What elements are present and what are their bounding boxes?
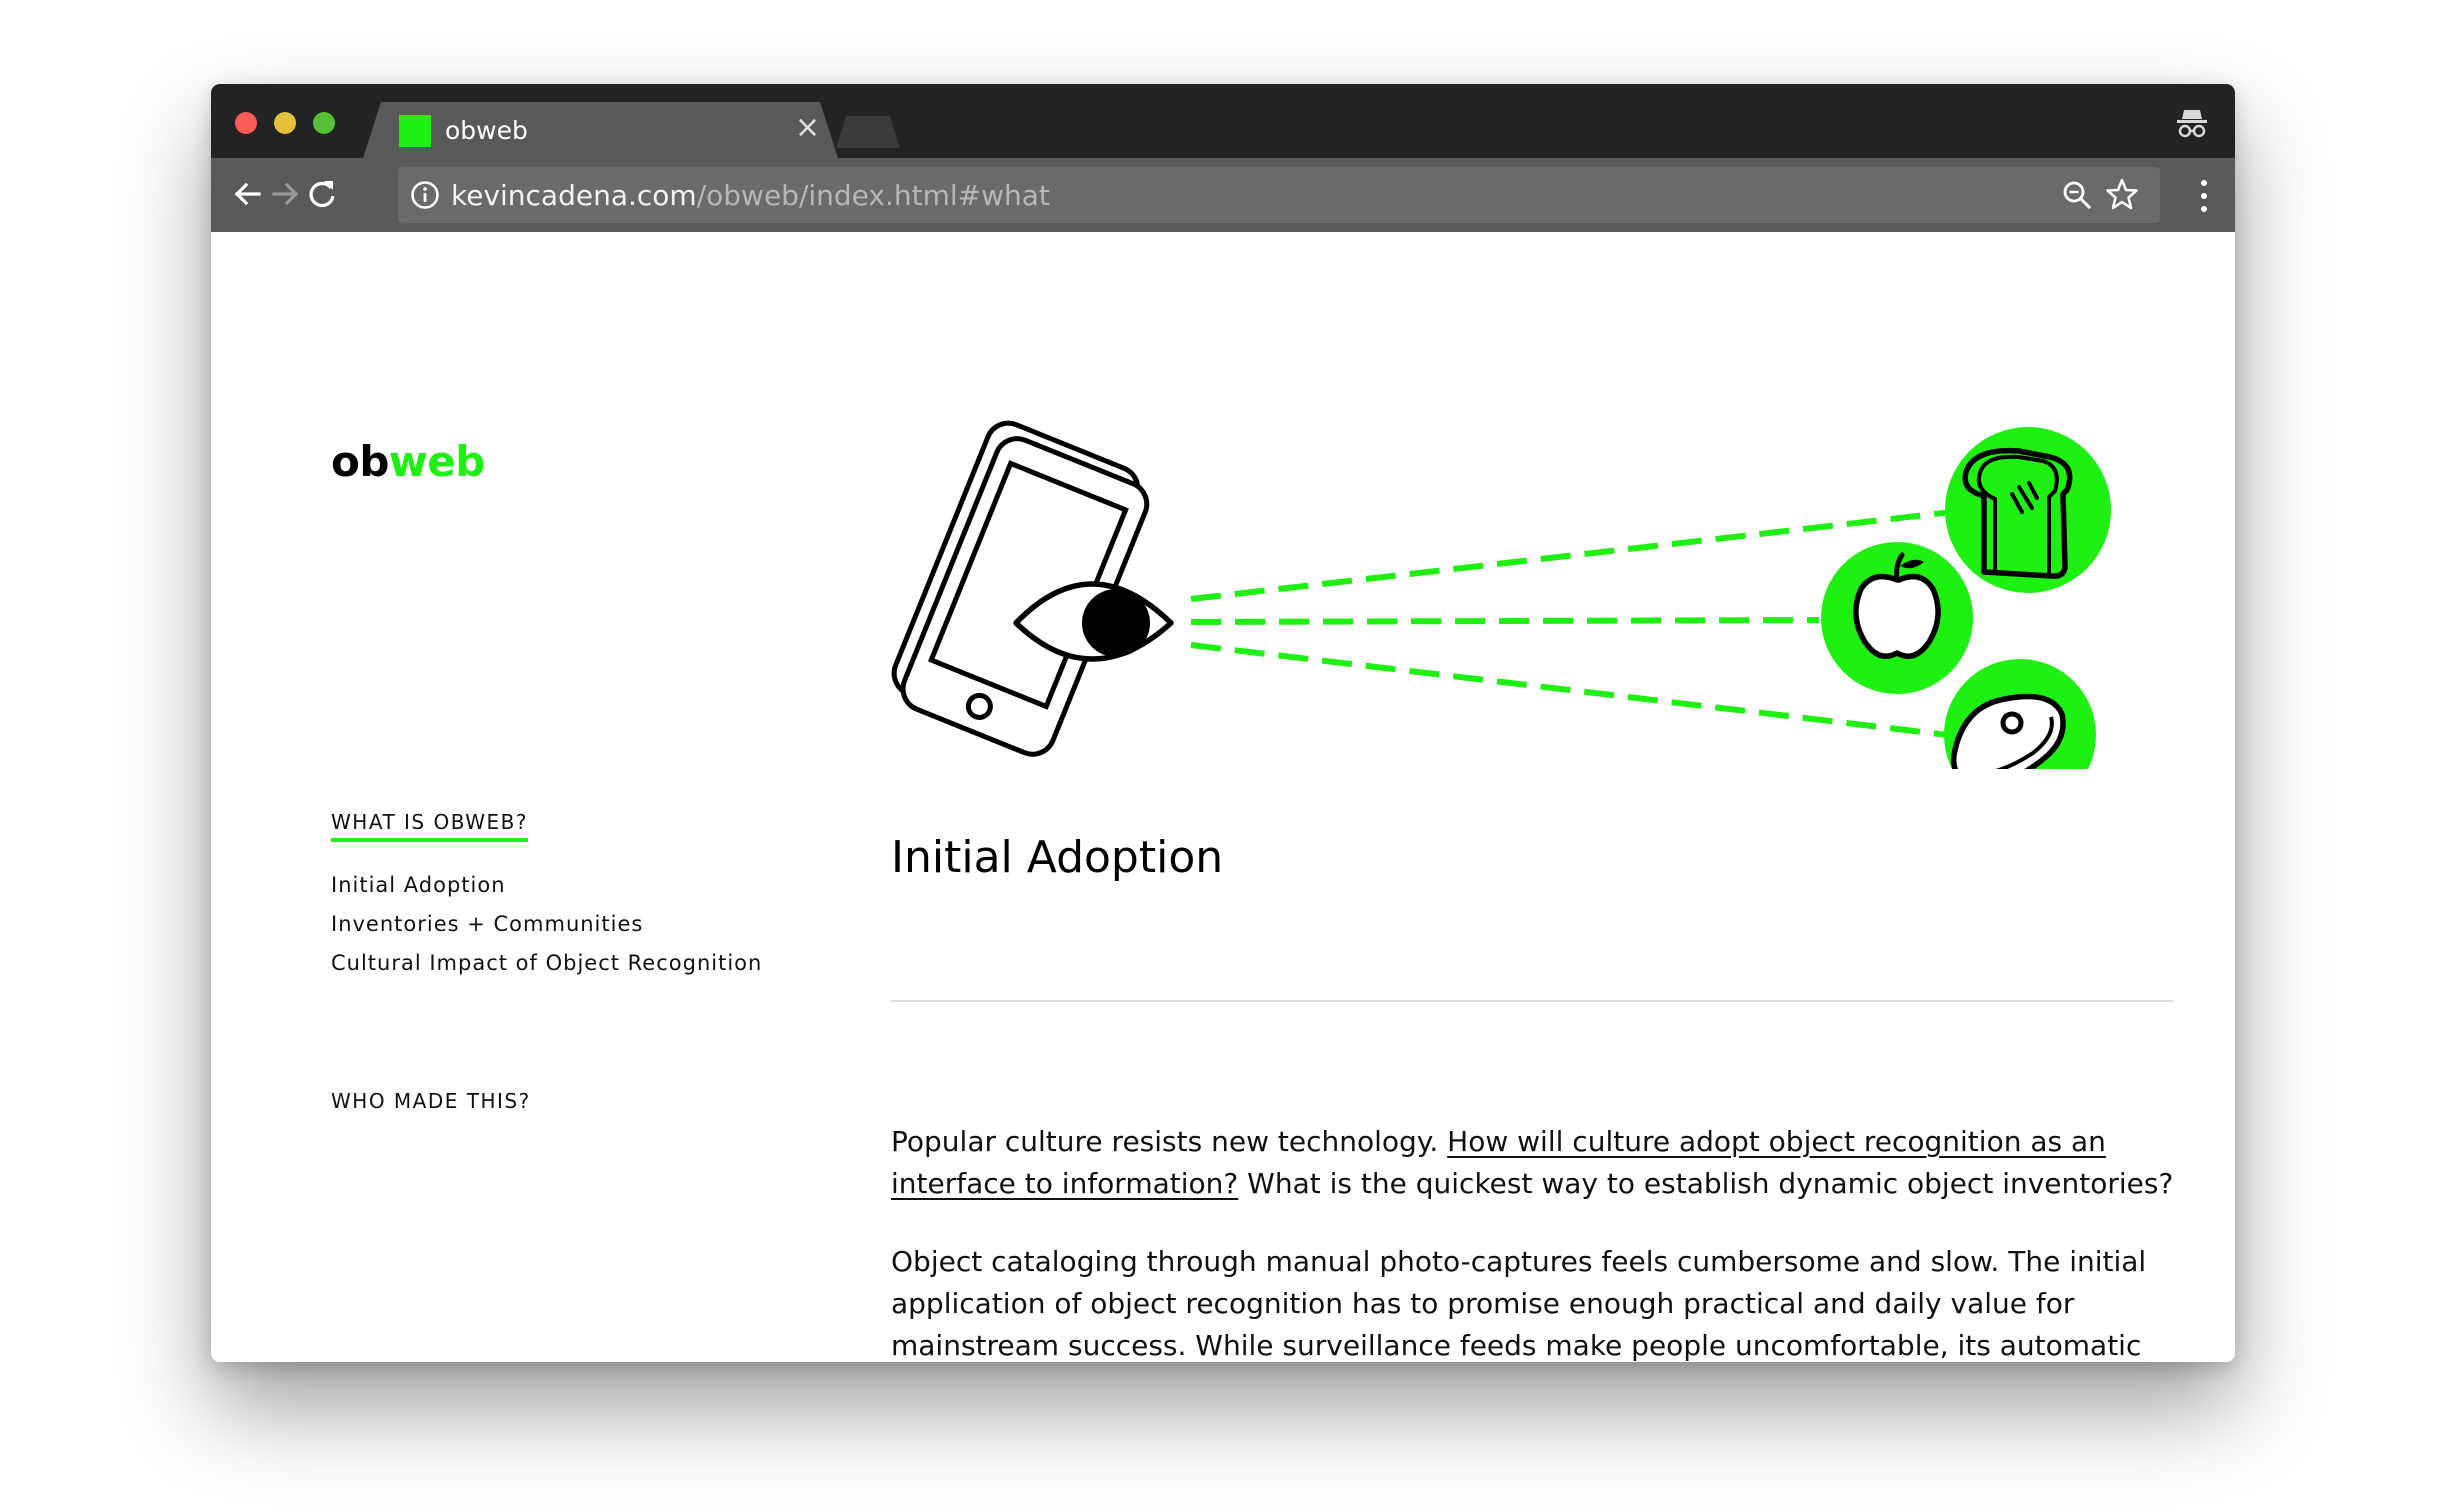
address-bar[interactable]: kevincadena.com/obweb/index.html#what xyxy=(398,167,2160,223)
bread-icon xyxy=(1945,427,2111,593)
nav-item-inventories-communities[interactable]: Inventories + Communities xyxy=(331,912,643,936)
paragraph-1-intro: Popular culture resists new technology. xyxy=(891,1125,1448,1158)
reload-button[interactable] xyxy=(300,172,344,216)
url-text[interactable]: kevincadena.com/obweb/index.html#what xyxy=(451,179,1050,212)
paragraph-2: Object cataloging through manual photo-c… xyxy=(891,1245,2147,1362)
divider xyxy=(891,1000,2173,1002)
zoom-icon[interactable] xyxy=(2061,179,2093,211)
minimize-window-button[interactable] xyxy=(274,112,296,134)
logo-ob: ob xyxy=(331,437,389,486)
nav-item-cultural-impact[interactable]: Cultural Impact of Object Recognition xyxy=(331,951,762,975)
close-window-button[interactable] xyxy=(235,112,257,134)
new-tab-button[interactable] xyxy=(836,116,900,148)
nav-what-is-obweb[interactable]: WHAT IS OBWEB? xyxy=(331,810,528,842)
url-path: /obweb/index.html#what xyxy=(696,179,1050,212)
apple-icon xyxy=(1821,542,1973,694)
tab-close-icon[interactable]: × xyxy=(795,110,820,145)
nav-who-made-this[interactable]: WHO MADE THIS? xyxy=(331,1089,531,1113)
nav-item-initial-adoption[interactable]: Initial Adoption xyxy=(331,873,506,897)
zoom-window-button[interactable] xyxy=(313,112,335,134)
logo-web: web xyxy=(388,437,485,486)
menu-icon[interactable] xyxy=(2196,176,2212,216)
reload-icon xyxy=(309,181,335,208)
page-title: Initial Adoption xyxy=(891,832,1224,883)
steak-icon xyxy=(1944,659,2096,769)
browser-window: obweb × kevincadena.com/obweb/index.html… xyxy=(211,84,2235,1362)
tab-bar: obweb × xyxy=(211,84,2235,158)
info-icon[interactable] xyxy=(409,179,441,211)
page-viewport: obweb WHAT IS OBWEB? Initial Adoption In… xyxy=(211,232,2235,1362)
url-host: kevincadena.com xyxy=(451,179,697,212)
paragraph-1-end: What is the quickest way to establish dy… xyxy=(1238,1167,2174,1200)
paragraph-1: Popular culture resists new technology. … xyxy=(891,1121,2181,1205)
tab-obweb[interactable]: obweb × xyxy=(363,102,838,158)
site-logo[interactable]: obweb xyxy=(331,437,485,486)
favicon-icon xyxy=(399,115,431,147)
browser-toolbar: kevincadena.com/obweb/index.html#what xyxy=(211,158,2235,232)
hero-illustration xyxy=(891,420,2111,769)
star-icon[interactable] xyxy=(2105,177,2139,211)
tab-title: obweb xyxy=(445,116,528,145)
incognito-icon xyxy=(2175,106,2209,145)
